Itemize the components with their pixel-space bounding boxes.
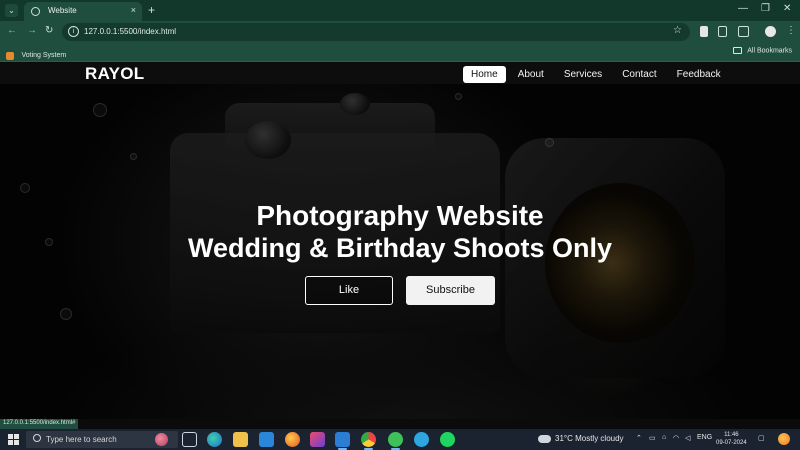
browser-toolbar: ← → ↻ i 127.0.0.1:5500/index.html ☆ ⋮ <box>0 21 800 43</box>
taskbar-search-placeholder: Type here to search <box>46 435 117 444</box>
forward-icon[interactable]: → <box>27 25 37 36</box>
copilot-icon[interactable] <box>778 433 790 445</box>
device-icon[interactable]: ⌂ <box>662 434 666 441</box>
site-navbar: RAYOL Home About Services Contact Feedba… <box>0 63 800 84</box>
tab-close-icon[interactable]: × <box>131 5 136 15</box>
figma-icon[interactable] <box>310 432 325 447</box>
new-tab-button[interactable]: + <box>148 3 155 17</box>
whatsapp-icon[interactable] <box>388 432 403 450</box>
globe-icon <box>31 7 40 16</box>
menu-kebab-icon[interactable]: ⋮ <box>786 25 796 36</box>
restore-icon[interactable]: ❐ <box>761 3 770 14</box>
site-logo[interactable]: RAYOL <box>85 64 144 84</box>
site-nav-links: Home About Services Contact Feedback <box>463 64 733 84</box>
battery-icon[interactable]: ▭ <box>649 434 656 442</box>
clock-time: 11:46 <box>724 432 739 438</box>
like-button[interactable]: Like <box>305 276 393 305</box>
chrome-icon[interactable] <box>361 432 376 450</box>
folder-icon <box>732 47 742 54</box>
taskbar-search-box[interactable]: Type here to search <box>26 431 178 448</box>
cloud-icon <box>538 434 551 443</box>
search-icon <box>33 434 41 442</box>
spotify-icon[interactable] <box>440 432 455 447</box>
language-indicator[interactable]: ENG <box>697 434 712 441</box>
page-viewport: RAYOL Home About Services Contact Feedba… <box>0 63 800 419</box>
hero-subtitle: Wedding & Birthday Shoots Only <box>187 233 612 263</box>
tab-search-chevron-icon[interactable]: ⌄ <box>5 4 18 17</box>
close-window-icon[interactable]: ✕ <box>783 3 791 14</box>
extensions-puzzle-icon[interactable] <box>738 26 749 37</box>
weather-widget[interactable]: 31°C Mostly cloudy <box>538 434 624 443</box>
tab-website[interactable]: Website × <box>24 2 142 21</box>
nav-link-feedback[interactable]: Feedback <box>669 66 729 83</box>
windows-start-icon[interactable] <box>8 434 19 445</box>
site-info-icon[interactable]: i <box>68 26 79 37</box>
bookmark-label: Voting System <box>21 52 67 60</box>
nav-link-home[interactable]: Home <box>463 65 506 83</box>
nav-link-about[interactable]: About <box>510 66 552 83</box>
windows-taskbar: Type here to search 31°C Mostly cloudy ⌃… <box>0 429 800 450</box>
search-highlight-icon <box>155 433 168 446</box>
bookmark-favicon-icon <box>6 51 14 60</box>
minimize-icon[interactable]: — <box>738 3 748 14</box>
subscribe-button[interactable]: Subscribe <box>406 276 495 305</box>
volume-icon[interactable]: ◁ <box>685 434 690 442</box>
notifications-icon[interactable]: ▢ <box>758 434 765 442</box>
address-bar[interactable]: i 127.0.0.1:5500/index.html ☆ <box>62 23 690 41</box>
tab-title: Website <box>48 6 77 15</box>
back-icon[interactable]: ← <box>7 25 17 36</box>
tray-chevron-icon[interactable]: ⌃ <box>636 434 642 442</box>
edge-icon[interactable] <box>207 432 222 447</box>
bookmark-star-icon[interactable]: ☆ <box>673 25 682 36</box>
clock[interactable]: 11:46 09-07-2024 <box>716 431 747 447</box>
wifi-icon[interactable]: ◠ <box>673 434 679 442</box>
firefox-icon[interactable] <box>285 432 300 447</box>
extension-icon[interactable] <box>700 26 708 37</box>
nav-link-services[interactable]: Services <box>556 66 610 83</box>
weather-text: 31°C Mostly cloudy <box>555 434 624 443</box>
mail-icon[interactable] <box>259 432 274 447</box>
bookmark-voting-system[interactable]: Voting System <box>6 47 67 60</box>
extension-icon-2[interactable] <box>718 26 727 37</box>
browser-tab-strip: ⌄ Website × + — ❐ ✕ <box>0 0 800 21</box>
all-bookmarks-button[interactable]: All Bookmarks <box>732 47 792 55</box>
bookmarks-bar: Voting System All Bookmarks <box>0 43 800 62</box>
clock-date: 09-07-2024 <box>716 440 747 446</box>
telegram-icon[interactable] <box>414 432 429 447</box>
task-view-icon[interactable] <box>182 432 197 447</box>
hero-title: Photography Website <box>256 200 544 231</box>
vscode-icon[interactable] <box>335 432 350 450</box>
address-url[interactable]: 127.0.0.1:5500/index.html <box>84 27 176 36</box>
file-explorer-icon[interactable] <box>233 432 248 447</box>
nav-link-contact[interactable]: Contact <box>614 66 664 83</box>
reload-icon[interactable]: ↻ <box>45 25 53 36</box>
link-status-bar: 127.0.0.1:5500/index.html# <box>0 419 79 429</box>
hero-heading: Photography Website Wedding & Birthday S… <box>0 200 800 264</box>
profile-avatar-icon[interactable] <box>765 26 776 37</box>
all-bookmarks-label: All Bookmarks <box>747 47 792 55</box>
